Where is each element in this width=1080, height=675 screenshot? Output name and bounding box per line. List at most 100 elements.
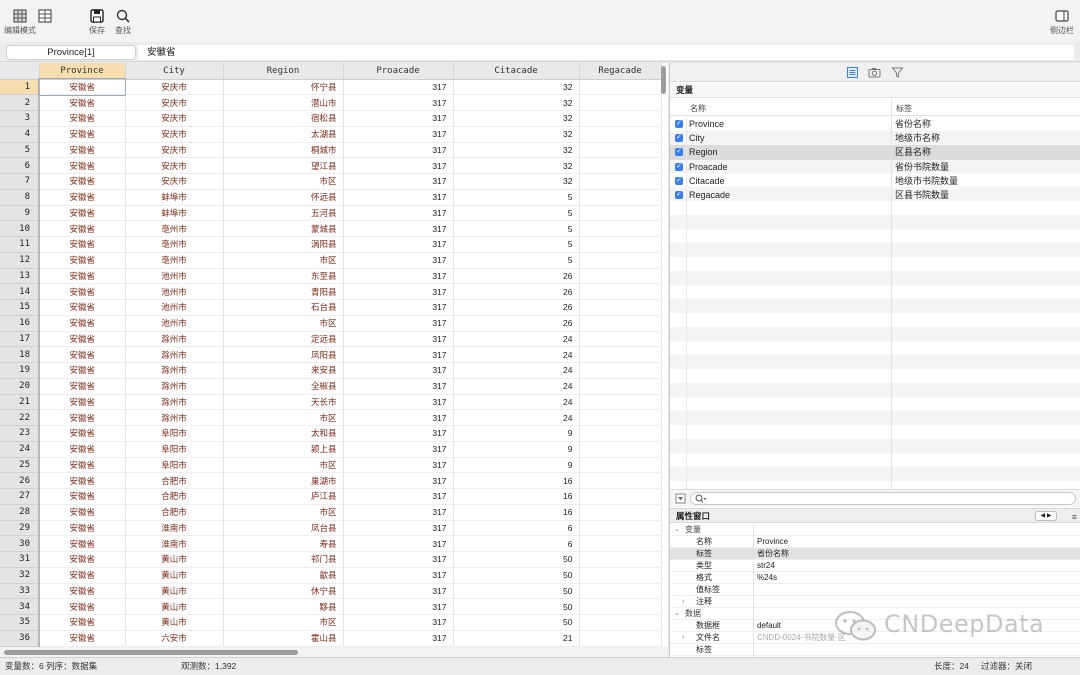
table-cell[interactable]: 潜山市 [223, 94, 344, 111]
table-cell[interactable]: 32 [453, 79, 580, 96]
variables-label-header[interactable]: 标签 [896, 103, 912, 114]
table-row[interactable]: 28 安徽省 合肥市 市区 317 16 [0, 504, 662, 521]
table-cell[interactable]: 桐城市 [223, 142, 344, 159]
table-row[interactable]: 27 安徽省 合肥市 庐江县 317 16 [0, 488, 662, 505]
table-cell[interactable] [579, 315, 662, 332]
variable-row-province[interactable]: ✓ Province 省份名称 [670, 117, 1080, 131]
table-cell[interactable]: 安徽省 [39, 157, 126, 174]
table-cell[interactable]: 317 [343, 504, 454, 521]
table-cell[interactable]: 24 [453, 331, 580, 348]
table-cell[interactable]: 巢湖市 [223, 472, 344, 489]
table-cell[interactable] [579, 614, 662, 631]
table-cell[interactable]: 来安县 [223, 362, 344, 379]
table-cell[interactable]: 26 [453, 315, 580, 332]
table-row[interactable]: 6 安徽省 安庆市 望江县 317 32 [0, 157, 662, 174]
variable-checkbox[interactable]: ✓ [675, 120, 683, 128]
table-cell[interactable]: 32 [453, 94, 580, 111]
table-cell[interactable]: 16 [453, 472, 580, 489]
column-header-citacade[interactable]: Citacade [453, 63, 580, 80]
table-cell[interactable]: 滁州市 [125, 331, 224, 348]
table-cell[interactable]: 317 [343, 614, 454, 631]
table-cell[interactable]: 市区 [223, 457, 344, 474]
table-cell[interactable] [579, 142, 662, 159]
variable-checkbox[interactable]: ✓ [675, 134, 683, 143]
variable-row-region[interactable]: ✓ Region 区县名称 [670, 145, 1080, 160]
table-cell[interactable]: 宿松县 [223, 110, 344, 127]
table-cell[interactable]: 安徽省 [39, 378, 126, 395]
table-cell[interactable]: 池州市 [125, 299, 224, 316]
table-cell[interactable]: 6 [453, 520, 580, 537]
row-number[interactable]: 15 [0, 299, 40, 316]
table-cell[interactable]: 太和县 [223, 425, 344, 442]
table-cell[interactable]: 5 [453, 252, 580, 269]
row-number[interactable]: 36 [0, 630, 40, 647]
table-cell[interactable] [579, 126, 662, 143]
table-cell[interactable]: 安徽省 [39, 362, 126, 379]
table-row[interactable]: 7 安徽省 安庆市 市区 317 32 [0, 173, 662, 190]
table-cell[interactable]: 蚌埠市 [125, 189, 224, 206]
table-cell[interactable]: 317 [343, 142, 454, 159]
row-number[interactable]: 19 [0, 362, 40, 379]
table-cell[interactable]: 317 [343, 488, 454, 505]
row-number[interactable]: 3 [0, 110, 40, 127]
table-cell[interactable]: 安徽省 [39, 457, 126, 474]
table-cell[interactable]: 6 [453, 535, 580, 552]
table-row[interactable]: 11 安徽省 亳州市 涡阳县 317 5 [0, 236, 662, 253]
table-cell[interactable] [579, 551, 662, 568]
table-cell[interactable]: 安徽省 [39, 567, 126, 584]
variables-tab-icon[interactable] [846, 66, 859, 79]
column-header-city[interactable]: City [125, 63, 224, 80]
table-cell[interactable]: 合肥市 [125, 504, 224, 521]
table-row[interactable]: 29 安徽省 淮南市 凤台县 317 6 [0, 520, 662, 537]
table-cell[interactable]: 阜阳市 [125, 441, 224, 458]
table-cell[interactable] [579, 331, 662, 348]
row-number[interactable]: 23 [0, 425, 40, 442]
table-cell[interactable]: 市区 [223, 504, 344, 521]
cell-value-input[interactable]: 安徽省 [138, 45, 1074, 60]
table-cell[interactable] [579, 457, 662, 474]
table-row[interactable]: 36 安徽省 六安市 霍山县 317 21 [0, 630, 662, 647]
table-cell[interactable] [579, 346, 662, 363]
variable-row-regacade[interactable]: ✓ Regacade 区县书院数量 [670, 188, 1080, 202]
table-cell[interactable] [579, 378, 662, 395]
table-cell[interactable]: 池州市 [125, 268, 224, 285]
table-cell[interactable]: 黄山市 [125, 598, 224, 615]
table-cell[interactable]: 定远县 [223, 331, 344, 348]
table-cell[interactable]: 安徽省 [39, 299, 126, 316]
variable-row-city[interactable]: ✓ City 地级市名称 [670, 131, 1080, 145]
table-cell[interactable]: 317 [343, 315, 454, 332]
table-cell[interactable]: 池州市 [125, 283, 224, 300]
table-cell[interactable]: 安庆市 [125, 157, 224, 174]
table-cell[interactable]: 阜阳市 [125, 457, 224, 474]
status-filter[interactable]: 过滤器：关闭 [981, 658, 1032, 675]
table-cell[interactable]: 亳州市 [125, 236, 224, 253]
row-number[interactable]: 9 [0, 205, 40, 222]
table-cell[interactable]: 休宁县 [223, 583, 344, 600]
table-cell[interactable]: 317 [343, 362, 454, 379]
table-cell[interactable] [579, 157, 662, 174]
table-cell[interactable]: 安徽省 [39, 110, 126, 127]
table-row[interactable]: 9 安徽省 蚌埠市 五河县 317 5 [0, 205, 662, 222]
table-cell[interactable]: 317 [343, 236, 454, 253]
prop-row-value-label[interactable]: 值标签 [670, 584, 1080, 596]
table-cell[interactable] [579, 488, 662, 505]
row-number[interactable]: 31 [0, 551, 40, 568]
table-row[interactable]: 5 安徽省 安庆市 桐城市 317 32 [0, 142, 662, 159]
table-cell[interactable]: 317 [343, 457, 454, 474]
table-row[interactable]: 13 安徽省 池州市 东至县 317 26 [0, 268, 662, 285]
table-cell[interactable] [579, 535, 662, 552]
table-cell[interactable]: 合肥市 [125, 488, 224, 505]
table-cell[interactable] [579, 220, 662, 237]
table-cell[interactable]: 安徽省 [39, 488, 126, 505]
table-row[interactable]: 8 安徽省 蚌埠市 怀远县 317 5 [0, 189, 662, 206]
table-cell[interactable]: 安徽省 [39, 441, 126, 458]
row-number[interactable]: 26 [0, 472, 40, 489]
table-cell[interactable]: 石台县 [223, 299, 344, 316]
table-cell[interactable]: 合肥市 [125, 472, 224, 489]
table-cell[interactable]: 安徽省 [39, 535, 126, 552]
table-cell[interactable]: 317 [343, 630, 454, 647]
row-number[interactable]: 18 [0, 346, 40, 363]
prop-row-format[interactable]: 格式 %24s [670, 572, 1080, 584]
table-cell[interactable]: 317 [343, 331, 454, 348]
table-cell[interactable] [579, 252, 662, 269]
